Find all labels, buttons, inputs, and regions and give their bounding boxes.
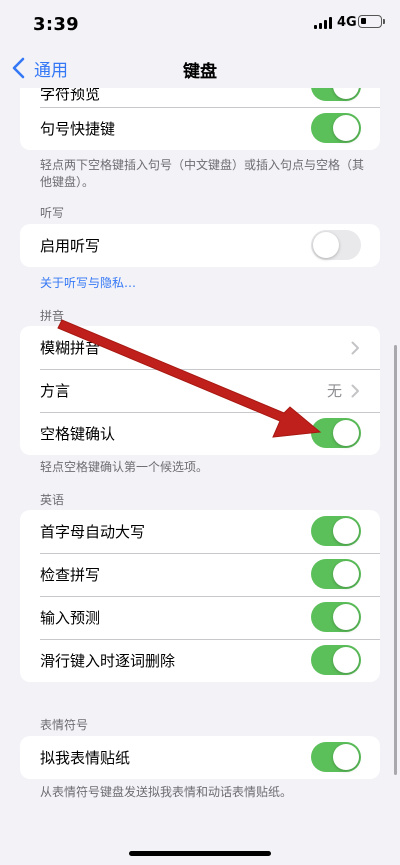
emoji-header: 表情符号: [40, 718, 89, 732]
dialect-label: 方言: [40, 382, 71, 400]
pinyin-header: 拼音: [40, 309, 65, 323]
network-type: 4G: [337, 15, 357, 30]
predictive-toggle[interactable]: [311, 602, 361, 632]
dialect-value: 无: [326, 382, 342, 400]
fuzzy-pinyin-row[interactable]: 模糊拼音: [20, 326, 380, 369]
enable-dictation-row[interactable]: 启用听写: [20, 224, 380, 267]
page-title: 键盘: [183, 62, 217, 82]
enable-dictation-label: 启用听写: [40, 237, 101, 255]
home-indicator[interactable]: [129, 851, 271, 856]
emoji-card: 拟我表情贴纸: [20, 736, 380, 779]
slide-delete-toggle[interactable]: [311, 645, 361, 675]
navigation-bar: 通用 键盘: [0, 48, 400, 88]
predictive-row[interactable]: 输入预测: [20, 596, 380, 639]
predictive-label: 输入预测: [40, 609, 101, 627]
memoji-stickers-label: 拟我表情贴纸: [40, 749, 131, 767]
chevron-right-icon: [351, 341, 359, 355]
status-bar: 3:39 4G: [0, 0, 400, 48]
space-confirm-label: 空格键确认: [40, 425, 116, 443]
memoji-stickers-row[interactable]: 拟我表情贴纸: [20, 736, 380, 779]
check-spelling-toggle[interactable]: [311, 559, 361, 589]
space-confirm-row[interactable]: 空格键确认: [20, 412, 380, 455]
english-card: 首字母自动大写 检查拼写 输入预测 滑行键入时逐词删除: [20, 510, 380, 682]
battery-icon: [358, 15, 385, 28]
status-time: 3:39: [33, 14, 79, 35]
dictation-card: 启用听写: [20, 224, 380, 267]
pinyin-card: 模糊拼音 方言 无 空格键确认: [20, 326, 380, 455]
emoji-footer: 从表情符号键盘发送拟我表情和动话表情贴纸。: [40, 785, 293, 799]
pinyin-footer: 轻点空格键确认第一个候选项。: [40, 460, 209, 474]
space-confirm-toggle[interactable]: [311, 418, 361, 448]
dialect-row[interactable]: 方言 无: [20, 369, 380, 412]
cellular-signal-icon: [314, 17, 332, 29]
auto-capitalization-row[interactable]: 首字母自动大写: [20, 510, 380, 553]
slide-delete-row[interactable]: 滑行键入时逐词删除: [20, 639, 380, 682]
memoji-stickers-toggle[interactable]: [311, 742, 361, 772]
enable-dictation-toggle[interactable]: [311, 230, 361, 260]
dictation-privacy-link[interactable]: 关于听写与隐私…: [40, 274, 136, 291]
english-header: 英语: [40, 493, 65, 507]
chevron-right-icon: [351, 384, 359, 398]
period-shortcut-toggle[interactable]: [311, 113, 361, 143]
scrollbar[interactable]: [394, 345, 397, 775]
slide-delete-label: 滑行键入时逐词删除: [40, 652, 176, 670]
period-shortcut-footer: 轻点两下空格键插入句号（中文键盘）或插入句点与空格（其他键盘）。: [40, 158, 365, 189]
fuzzy-pinyin-label: 模糊拼音: [40, 339, 101, 357]
check-spelling-label: 检查拼写: [40, 566, 101, 584]
period-shortcut-label: 句号快捷键: [40, 120, 116, 138]
dictation-header: 听写: [40, 206, 65, 220]
auto-capitalization-label: 首字母自动大写: [40, 523, 146, 541]
check-spelling-row[interactable]: 检查拼写: [20, 553, 380, 596]
auto-capitalization-toggle[interactable]: [311, 516, 361, 546]
period-shortcut-row[interactable]: 句号快捷键: [20, 107, 380, 150]
